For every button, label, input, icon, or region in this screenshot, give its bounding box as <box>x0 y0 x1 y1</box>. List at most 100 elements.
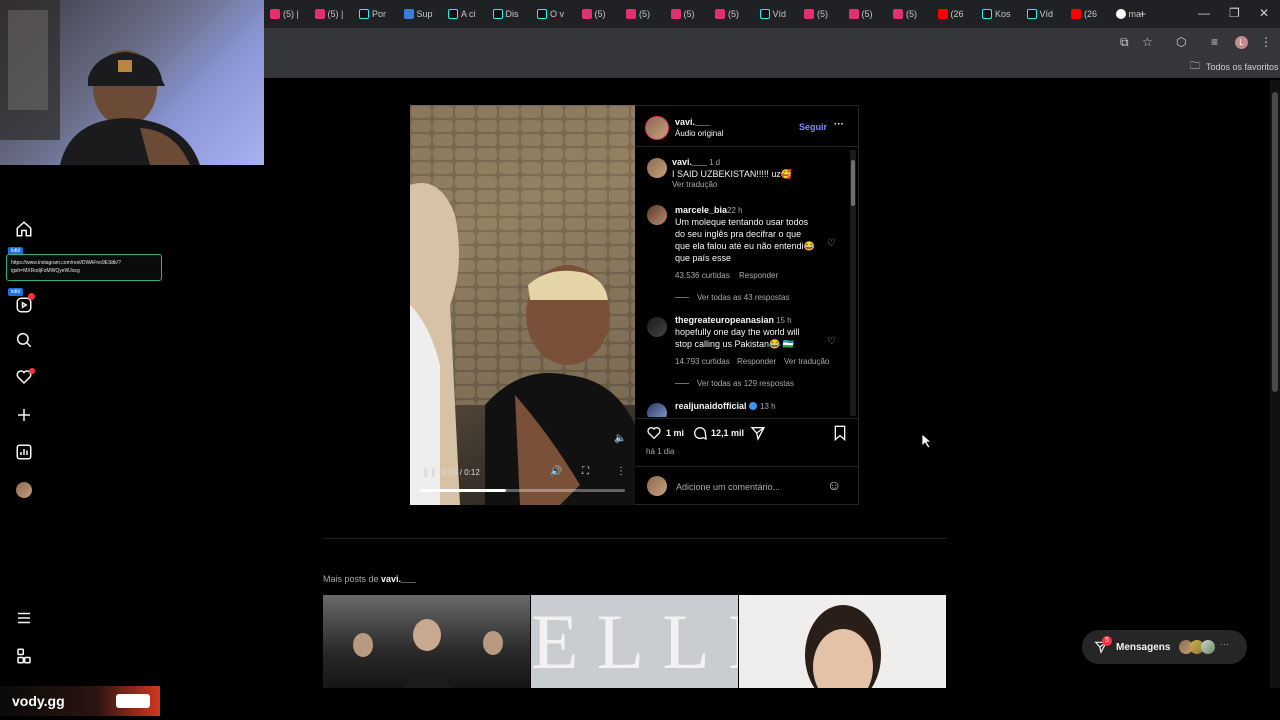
browser-tab-label: (5) <box>594 9 606 19</box>
close-window-icon[interactable]: ✕ <box>1259 6 1269 20</box>
more-avatars-icon: ··· <box>1220 639 1229 649</box>
url-text-2: igsh=MXRodjFzMWQyeWJocg <box>11 268 80 274</box>
comment-reply[interactable]: Responder <box>739 271 778 280</box>
browser-tab[interactable]: ma <box>1115 6 1141 22</box>
dashboard-icon[interactable] <box>14 442 34 462</box>
browser-tab[interactable]: (5) <box>715 6 739 22</box>
follow-button[interactable]: Seguir <box>799 122 827 132</box>
post-thumbnail[interactable]: ELLE <box>531 595 738 688</box>
comment-text: hopefully one day the world will stop ca… <box>675 327 800 349</box>
instagram-icon <box>314 9 325 19</box>
browser-tab[interactable]: Por <box>359 6 386 22</box>
post-options-button[interactable]: ··· <box>834 119 844 130</box>
view-replies[interactable]: Ver todas as 129 respostas <box>697 379 794 388</box>
comment-avatar[interactable] <box>647 205 667 225</box>
more-posts-user[interactable]: vavi.___ <box>381 574 416 584</box>
home-icon[interactable] <box>14 219 34 239</box>
browser-tab[interactable]: Víd <box>759 6 786 22</box>
comment-translate[interactable]: Ver tradução <box>784 357 829 366</box>
search-icon[interactable] <box>14 330 34 350</box>
browser-tab[interactable]: O v <box>537 6 564 22</box>
browser-tab[interactable]: A ci <box>448 6 476 22</box>
audio-label[interactable]: Áudio original <box>675 129 723 138</box>
replies-line <box>675 297 689 298</box>
like-icon[interactable] <box>646 425 662 446</box>
comment-like-icon[interactable]: ♡ <box>827 238 836 249</box>
message-avatar <box>1201 640 1215 654</box>
tiktok-icon <box>759 9 770 19</box>
volume-icon[interactable]: 🔊 <box>550 466 562 477</box>
new-tab-icon[interactable]: + <box>1139 7 1146 21</box>
browser-tab[interactable]: Sup <box>403 6 433 22</box>
caption-translate[interactable]: Ver tradução <box>672 180 717 189</box>
bookmark-star-icon[interactable]: ☆ <box>1142 35 1153 49</box>
install-app-icon[interactable]: ⧉ <box>1120 35 1129 49</box>
comments-scrollbar[interactable] <box>850 150 856 416</box>
author-name[interactable]: vavi.___ <box>675 117 710 127</box>
browser-tab[interactable]: (5) <box>804 6 828 22</box>
restore-icon[interactable]: ❐ <box>1229 6 1240 20</box>
browser-tab[interactable]: Kos <box>982 6 1011 22</box>
browser-tab[interactable]: (5) <box>893 6 917 22</box>
author-avatar[interactable] <box>645 116 669 140</box>
browser-tab[interactable]: (5) <box>626 6 650 22</box>
media-controls-icon[interactable]: ≡ <box>1211 35 1218 49</box>
create-plus-icon[interactable] <box>14 405 34 425</box>
browser-tab[interactable]: (5) <box>670 6 695 22</box>
likes-count[interactable]: 1 mi <box>666 428 684 438</box>
mute-icon[interactable]: 🔈 <box>614 433 626 444</box>
replies-line <box>675 383 689 384</box>
browser-tab-label: (26 <box>950 9 964 19</box>
browser-tab[interactable]: (26 <box>937 6 964 22</box>
reels-icon[interactable] <box>14 293 35 315</box>
more-menu-icon[interactable] <box>14 608 34 628</box>
caption-avatar[interactable] <box>647 158 667 178</box>
bookmarks-all-label[interactable]: Todos os favoritos <box>1206 62 1279 72</box>
tiktok-icon <box>1026 9 1037 19</box>
comment-reply[interactable]: Responder <box>737 357 776 366</box>
page-scrollbar[interactable] <box>1270 80 1280 688</box>
browser-tab[interactable]: (5) <box>581 6 606 22</box>
my-avatar <box>647 476 667 496</box>
browser-tab[interactable]: (5) | <box>270 6 299 22</box>
reel-video[interactable]: 🔈 ❚❚ 0:05 / 0:12 🔊 ⛶ ⋮ <box>410 105 635 505</box>
save-bookmark-icon[interactable] <box>833 425 847 446</box>
post-thumbnail[interactable] <box>323 595 530 688</box>
comment-avatar[interactable] <box>647 403 667 417</box>
extensions-icon[interactable]: ⬡ <box>1176 35 1186 49</box>
post-thumbnail[interactable] <box>739 595 946 688</box>
comment-user[interactable]: marcele_bia <box>675 205 727 215</box>
comment-icon[interactable] <box>692 425 708 446</box>
view-replies[interactable]: Ver todas as 43 respostas <box>697 293 790 302</box>
comment-like-icon[interactable]: ♡ <box>827 336 836 347</box>
minimize-icon[interactable]: — <box>1198 6 1210 20</box>
browser-tab[interactable]: (5) <box>848 6 873 22</box>
tiktok-icon <box>537 9 547 19</box>
add-comment-input[interactable]: Adicione um comentário... <box>676 482 780 492</box>
profile-avatar[interactable]: L <box>1235 36 1248 49</box>
comment-likes[interactable]: 14.793 curtidas <box>675 357 730 366</box>
caption-user[interactable]: vavi.___ <box>672 157 707 167</box>
youtube-icon <box>937 9 948 19</box>
notifications-heart-icon[interactable] <box>14 367 35 387</box>
fullscreen-icon[interactable]: ⛶ <box>582 466 589 477</box>
browser-tab[interactable]: Dis <box>492 6 519 22</box>
menu-kebab-icon[interactable]: ⋮ <box>1260 35 1272 49</box>
messages-button[interactable]: 5 Mensagens ··· <box>1082 630 1247 664</box>
browser-tab-label: Kos <box>995 9 1011 19</box>
comment-likes[interactable]: 43.536 curtidas <box>675 271 730 280</box>
browser-tab[interactable]: (26 <box>1071 6 1097 22</box>
more-options-icon[interactable]: ⋮ <box>616 466 626 477</box>
comment-avatar[interactable] <box>647 317 667 337</box>
pause-icon[interactable]: ❚❚ <box>422 467 437 478</box>
emoji-icon[interactable]: ☺ <box>827 477 841 493</box>
profile-avatar-icon[interactable] <box>14 480 34 500</box>
browser-tab[interactable]: (5) | <box>314 6 343 22</box>
share-icon[interactable] <box>750 425 766 446</box>
browser-tab[interactable]: Víd <box>1026 6 1053 22</box>
also-from-meta-icon[interactable] <box>14 646 34 666</box>
video-progress-track[interactable] <box>420 489 625 492</box>
comments-count[interactable]: 12,1 mil <box>711 428 744 438</box>
comment-user[interactable]: thegreateuropeanasian <box>675 315 774 325</box>
comment-user[interactable]: realjunaidofficial <box>675 401 747 411</box>
